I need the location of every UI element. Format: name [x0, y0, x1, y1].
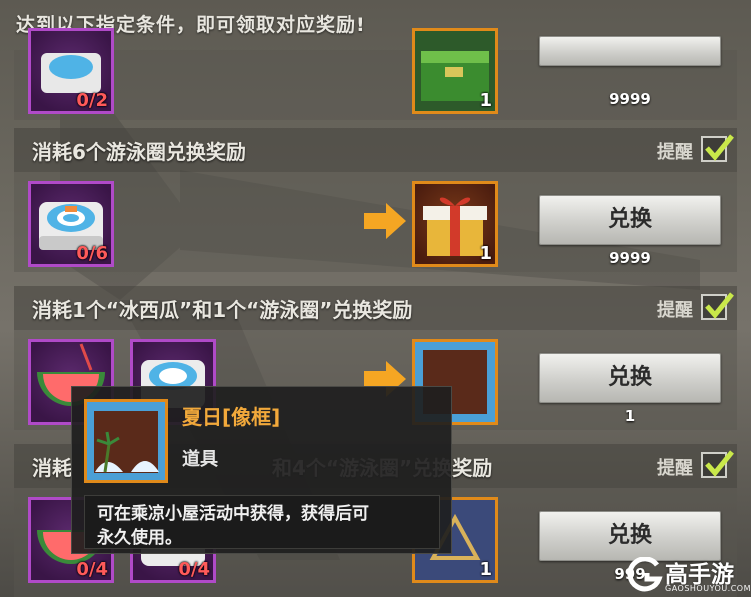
row-title: 消耗6个游泳圈兑换奖励 — [32, 140, 246, 164]
checkmark-icon — [705, 134, 734, 161]
tooltip-description-line-2: 永久使用。 — [97, 528, 182, 548]
reward-row-0: 0/2 1 9999 — [14, 28, 737, 120]
reward-row-2-title-bar: 消耗1个“冰西瓜”和1个“游泳圈”兑换奖励 提醒 — [14, 286, 737, 330]
remind-checkbox[interactable] — [701, 134, 734, 162]
input-item-swim-ring[interactable]: 0/2 — [28, 28, 114, 114]
tooltip-description: 可在乘凉小屋活动中获得，获得后可 永久使用。 — [84, 495, 440, 549]
row-title: 消耗1个“冰西瓜”和1个“游泳圈”兑换奖励 — [32, 298, 413, 322]
reward-item-supply-box[interactable]: 1 — [412, 28, 498, 114]
checkmark-icon — [705, 450, 734, 477]
exchange-limit: 9999 — [609, 249, 651, 267]
exchange-button[interactable]: 兑换 — [539, 195, 721, 245]
brand-logo-icon — [627, 557, 663, 592]
exchange-button[interactable]: 兑换 — [539, 353, 721, 403]
item-count: 1 — [479, 90, 492, 111]
remind-checkbox[interactable] — [701, 450, 734, 478]
remind-label: 提醒 — [657, 458, 693, 479]
tooltip-item-name: 夏日[像框] — [182, 405, 281, 429]
exchange-button[interactable] — [539, 36, 721, 66]
remind-label: 提醒 — [657, 142, 693, 163]
brand-watermark: 高手游 GAOSHOUYOU.COM — [627, 555, 751, 597]
item-tooltip: 夏日[像框] 道具 可在乘凉小屋活动中获得，获得后可 永久使用。 — [71, 386, 452, 554]
tooltip-description-line-1: 可在乘凉小屋活动中获得，获得后可 — [97, 504, 369, 524]
summer-frame-icon — [87, 402, 165, 480]
item-count: 0/4 — [178, 559, 210, 580]
item-count: 0/2 — [76, 90, 108, 111]
exchange-button[interactable]: 兑换 — [539, 511, 721, 561]
tooltip-item-image — [84, 399, 168, 483]
checkmark-icon — [705, 292, 734, 319]
item-count: 1 — [479, 559, 492, 580]
row-title-left: 消耗 — [32, 456, 72, 480]
exchange-limit: 9999 — [609, 90, 651, 108]
brand-url: GAOSHOUYOU.COM — [665, 584, 751, 593]
exchange-limit: 1 — [624, 407, 636, 425]
remind-label: 提醒 — [657, 300, 693, 321]
input-item-swim-ring[interactable]: 0/6 — [28, 181, 114, 267]
item-count: 0/6 — [76, 243, 108, 264]
item-count: 0/4 — [76, 559, 108, 580]
reward-item-gift-box[interactable]: 1 — [412, 181, 498, 267]
reward-row-1-title-bar: 消耗6个游泳圈兑换奖励 提醒 — [14, 128, 737, 172]
tooltip-item-type: 道具 — [182, 449, 218, 470]
reward-row-1: 0/6 1 兑换 9999 — [14, 172, 737, 272]
arrow-right-icon — [364, 203, 406, 239]
remind-checkbox[interactable] — [701, 292, 734, 320]
item-count: 1 — [479, 243, 492, 264]
